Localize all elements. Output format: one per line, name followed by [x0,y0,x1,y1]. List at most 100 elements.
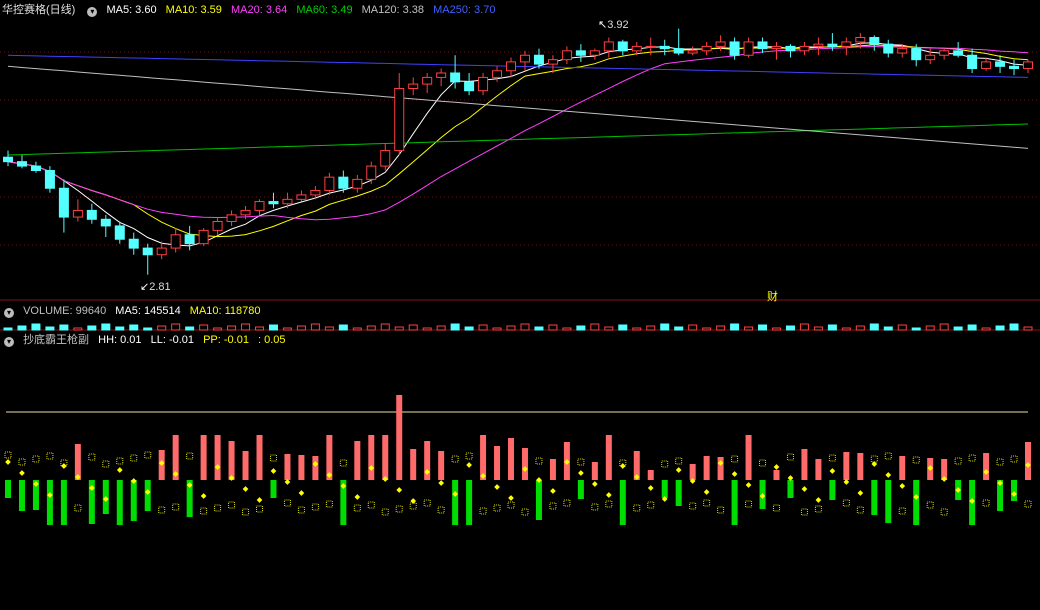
indicator-down-bar [130,480,137,521]
candle-body [925,54,936,61]
indicator-up-bar [354,441,361,480]
volume-bar [101,323,111,331]
volume-bar [185,326,195,331]
indicator-dashed-box [647,501,655,509]
indicator-dashed-box [102,460,110,468]
volume-bar [618,324,628,331]
indicator-dot [256,497,263,503]
indicator-up-bar [815,459,822,480]
candle-body [645,45,656,48]
volume-bar [730,323,740,331]
volume-bar [143,327,153,331]
candle-body [100,218,111,227]
volume-bar [590,323,600,331]
volume-bar [799,323,809,331]
candle-body [547,59,558,65]
candle-body [771,45,782,50]
indicator-dot [61,463,67,469]
indicator-dot [675,467,682,473]
candle-body [981,61,992,70]
indicator-dashed-box [186,452,194,460]
indicator-up-bar [410,449,417,480]
indicator-dot [354,494,361,500]
indicator-dot [605,492,612,498]
candle-body [198,229,209,245]
indicator-dot [5,459,11,465]
indicator-up-bar [521,448,528,480]
candle-body [967,54,978,70]
candle-body [799,45,810,52]
indicator-down-bar [885,480,892,523]
volume-bar [911,327,921,331]
indicator-up-bar [298,455,305,480]
indicator-dot [745,482,752,488]
indicator-dashed-box [954,457,962,465]
indicator-dashed-box [828,454,836,462]
candle-body [855,37,866,43]
indicator-dot [801,486,808,492]
indicator-down-bar [731,480,738,525]
indicator-dot [438,480,444,486]
indicator-dashed-box [577,458,585,466]
indicator-down-bar [787,480,794,498]
volume-bar [450,323,460,331]
volume-bar [869,323,879,331]
indicator-up-bar [494,446,501,480]
indicator-dot [242,486,249,492]
volume-bar [646,325,656,331]
volume-bar [534,326,544,331]
volume-bar [255,326,265,331]
indicator-up-bar [591,462,598,480]
candle-body [939,50,950,56]
indicator-dot [592,481,598,487]
kline-chart [0,28,1040,525]
indicator-dashed-box [311,503,319,511]
indicator-dashed-box [465,452,473,460]
indicator-down-bar [18,480,25,511]
indicator-dashed-box [759,459,767,467]
volume-bar [604,326,614,331]
candle-body [841,41,852,47]
indicator-dashed-box [256,505,264,513]
indicator-dashed-box [46,452,54,460]
indicator-up-bar [549,459,556,480]
indicator-dashed-box [549,502,557,510]
indicator-dot [787,475,794,481]
volume-bar [827,324,837,331]
indicator-dot [298,490,305,496]
finance-marker[interactable]: 财 [767,288,778,304]
volume-bar [157,325,167,331]
indicator-down-bar [116,480,123,525]
volume-bar [981,327,991,331]
indicator-down-bar [270,480,277,498]
indicator-dashed-box [269,454,277,462]
candles-group [3,28,1033,275]
indicator-dot [773,464,780,470]
volume-bar [436,325,446,331]
indicator-dashed-box [116,457,124,465]
indicator-dashed-box [1010,455,1018,463]
ma120-line [7,65,1029,149]
indicator-dashed-box [172,503,180,511]
indicator-dot [550,488,556,494]
volume-bar [213,327,223,331]
indicator-dashed-box [800,508,808,516]
indicator-dashed-box [437,506,445,514]
indicator-dashed-box [521,508,529,516]
candle-body [380,150,391,167]
indicator-dashed-box [814,505,822,513]
indicator-up-bar [242,451,249,480]
volume-bar [338,324,348,331]
indicator-dashed-box [200,507,208,515]
indicator-up-bar [843,452,850,480]
indicator-dashed-box [228,501,236,509]
indicator-dot [899,483,906,489]
indicator-dot [396,487,403,493]
candle-body [464,81,475,92]
indicator-dashed-box [1024,500,1032,508]
volume-bar [408,324,418,331]
indicator-dashed-box [717,506,725,514]
candle-body [506,61,517,72]
indicator-dashed-box [74,504,82,512]
candle-body [883,43,894,54]
